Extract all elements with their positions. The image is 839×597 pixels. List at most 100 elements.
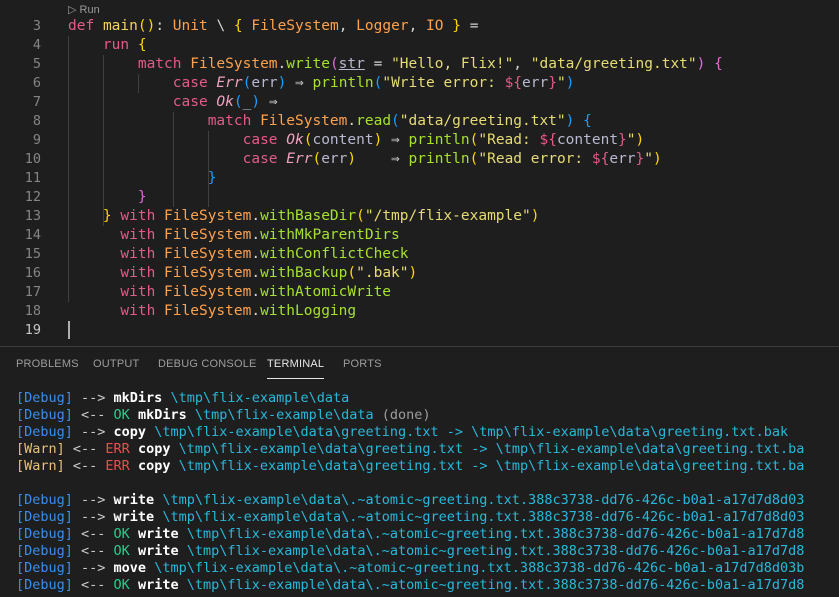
code-token: FileSystem [164, 284, 252, 300]
code-token: FileSystem [251, 18, 339, 34]
terminal-token: [Warn] [16, 458, 65, 474]
terminal-token: <-- [72, 526, 114, 542]
code-text: case Ok(_) ⇒ [68, 93, 278, 112]
code-token: case [242, 151, 278, 167]
code-token: with [120, 284, 156, 300]
tab-output[interactable]: OUTPUT [93, 358, 139, 370]
code-token: . [251, 284, 261, 300]
code-token: . [347, 113, 357, 129]
terminal-token: \tmp\flix-example\data\.~atomic~greeting… [146, 560, 805, 576]
code-token: , [408, 18, 427, 34]
code-token: " [644, 151, 654, 167]
run-codelens[interactable]: ▷ Run [68, 3, 100, 16]
code-token: FileSystem [164, 227, 252, 243]
code-token: } [618, 132, 627, 148]
terminal-token: [Debug] [16, 492, 73, 508]
terminal-token: [Warn] [16, 441, 65, 457]
text-cursor [68, 321, 70, 339]
line-number: 11 [24, 170, 41, 186]
code-token: : [155, 18, 173, 34]
code-token: { [137, 37, 147, 53]
terminal-token: [Debug] [16, 390, 73, 406]
terminal-token: \tmp\flix-example\data\.~atomic~greeting… [178, 543, 805, 559]
code-token: with [120, 303, 156, 319]
code-token: , [513, 56, 531, 72]
code-token: Err [286, 151, 313, 167]
code-token: with [120, 208, 156, 224]
code-token: ( [312, 151, 322, 167]
code-token: withConflictCheck [260, 246, 409, 262]
line-number: 5 [32, 56, 41, 72]
line-number: 14 [24, 227, 41, 243]
code-line: 15 with FileSystem.withConflictCheck [0, 245, 839, 264]
code-line: 4 run { [0, 36, 839, 55]
code-text: run { [68, 36, 147, 55]
terminal-line: [Debug] <-- OK write \tmp\flix-example\d… [16, 577, 804, 594]
code-token: "Write error: [382, 75, 505, 91]
code-token: = [364, 56, 392, 72]
terminal-token: [Debug] [16, 526, 73, 542]
code-token: . [251, 265, 261, 281]
terminal-output[interactable]: [Debug] --> mkDirs \tmp\flix-example\dat… [16, 390, 804, 594]
code-text: case Ok(content) ⇒ println("Read: ${cont… [68, 131, 645, 150]
tab-ports[interactable]: PORTS [343, 358, 382, 370]
code-token: ( [356, 208, 365, 224]
terminal-token: [Debug] [16, 424, 73, 440]
terminal-token: ERR [105, 458, 130, 474]
line-number: 12 [24, 189, 41, 205]
terminal-token: --> [72, 424, 114, 440]
line-number: 7 [32, 94, 41, 110]
line-number: 6 [32, 75, 41, 91]
code-text: with FileSystem.withConflictCheck [68, 245, 409, 264]
code-line: 8 match FileSystem.read("data/greeting.t… [0, 112, 839, 131]
code-token: ( [347, 265, 357, 281]
code-token: } [102, 208, 112, 224]
code-token: err [251, 75, 278, 91]
line-number: 9 [32, 132, 41, 148]
code-line: 12 } [0, 188, 839, 207]
code-token: ) [653, 151, 662, 167]
code-line: 10 case Err(err) ⇒ println("Read error: … [0, 150, 839, 169]
bottom-panel: PROBLEMS OUTPUT DEBUG CONSOLE TERMINAL PORTS… [0, 346, 839, 597]
code-token: "data/greeting.txt" [530, 56, 697, 72]
code-editor[interactable]: ▷ Run 3 def main(): Unit \ { FileSystem, … [0, 0, 839, 346]
code-token: "/tmp/flix-example" [364, 208, 531, 224]
line-number: 18 [24, 303, 41, 319]
code-token: println [408, 132, 470, 148]
code-token: . [251, 246, 261, 262]
code-token: run [102, 37, 130, 53]
code-token: ) [373, 132, 383, 148]
terminal-token: [Debug] [16, 407, 73, 423]
code-token: } [137, 189, 147, 205]
code-token: main [102, 18, 138, 34]
terminal-line: [Debug] --> write \tmp\flix-example\data… [16, 492, 804, 509]
tab-problems[interactable]: PROBLEMS [16, 358, 79, 370]
terminal-token: copy [137, 458, 171, 474]
code-token: () [137, 18, 156, 34]
terminal-line: [Debug] --> move \tmp\flix-example\data\… [16, 560, 804, 577]
code-token: "data/greeting.txt" [399, 113, 566, 129]
terminal-token: <-- [72, 407, 114, 423]
play-icon: ▷ [68, 4, 77, 16]
code-token: ⇒ [260, 94, 278, 110]
code-token: "Read: [478, 132, 540, 148]
code-token: withAtomicWrite [260, 284, 392, 300]
code-line: 7 case Ok(_) ⇒ [0, 93, 839, 112]
terminal-token: write [137, 526, 179, 542]
terminal-line: [Debug] --> copy \tmp\flix-example\data\… [16, 424, 804, 441]
tab-debug-console[interactable]: DEBUG CONSOLE [158, 358, 257, 370]
code-token: } [548, 75, 557, 91]
code-token: Logger [356, 18, 409, 34]
tab-terminal[interactable]: TERMINAL [267, 358, 325, 379]
code-token: err [522, 75, 549, 91]
